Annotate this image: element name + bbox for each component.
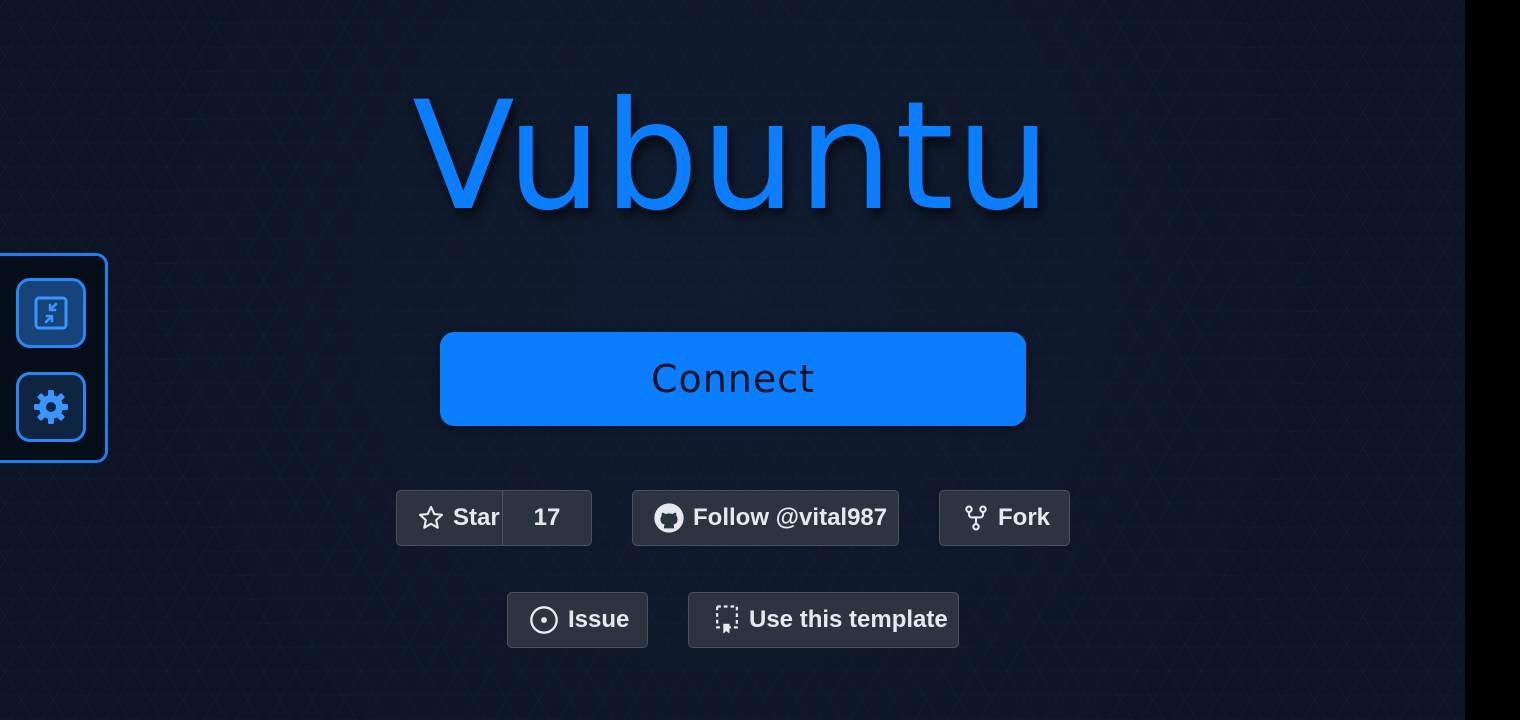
github-follow-button[interactable]: Follow @vital987 xyxy=(632,490,899,546)
gear-icon xyxy=(34,390,68,424)
follow-label: Follow @vital987 xyxy=(693,504,888,531)
right-gutter xyxy=(1465,0,1520,720)
star-label: Star xyxy=(453,504,500,531)
template-icon xyxy=(716,605,738,634)
template-label: Use this template xyxy=(749,606,948,633)
fullscreen-exit-icon xyxy=(34,296,68,330)
fullscreen-button[interactable] xyxy=(16,278,86,348)
github-use-template-button[interactable]: Use this template xyxy=(688,592,959,648)
connect-button[interactable]: Connect xyxy=(440,332,1026,426)
settings-button[interactable] xyxy=(16,372,86,442)
github-issue-button[interactable]: Issue xyxy=(507,592,648,648)
page-title: Vubuntu xyxy=(412,70,1053,244)
star-action[interactable]: Star xyxy=(397,491,503,545)
issue-icon xyxy=(530,606,558,634)
fork-icon xyxy=(965,505,987,531)
issue-label: Issue xyxy=(568,606,630,633)
control-bar xyxy=(0,253,108,463)
github-icon xyxy=(654,503,684,533)
github-star-button[interactable]: Star 17 xyxy=(396,490,592,546)
star-icon xyxy=(418,505,444,529)
github-fork-button[interactable]: Fork xyxy=(939,490,1070,546)
app-viewport: Vubuntu Connect Star 17 Follow @vital987… xyxy=(0,0,1465,720)
star-count[interactable]: 17 xyxy=(503,504,591,532)
fork-label: Fork xyxy=(998,504,1051,531)
